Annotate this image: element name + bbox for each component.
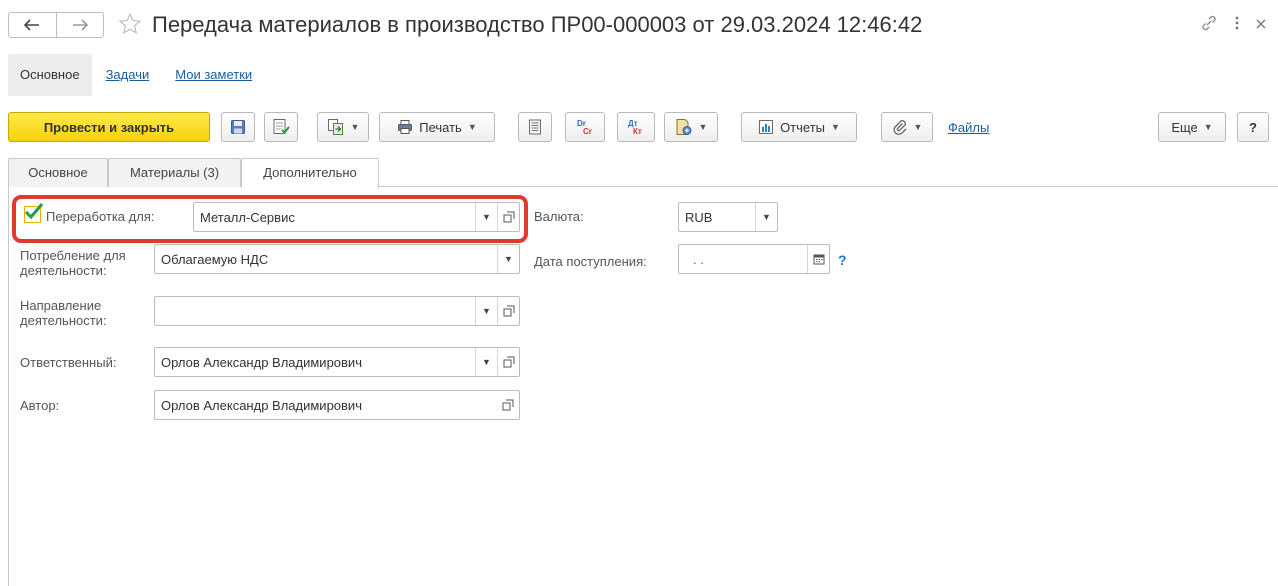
open-icon — [503, 305, 514, 317]
chevron-down-icon: ▼ — [467, 122, 477, 132]
star-icon — [118, 12, 142, 35]
section-tab-notes[interactable]: Мои заметки — [161, 54, 264, 96]
author-value: Орлов Александр Владимирович — [161, 397, 362, 413]
currency-label: Валюта: — [534, 209, 584, 224]
chevron-down-icon: ▼ — [913, 122, 923, 132]
tab-materials[interactable]: Материалы (3) — [108, 158, 241, 187]
close-button[interactable] — [1256, 17, 1266, 32]
save-button[interactable] — [221, 112, 255, 142]
window-title: Передача материалов в производство ПР00-… — [152, 12, 923, 37]
printer-icon — [398, 120, 413, 134]
close-icon — [1256, 19, 1266, 29]
open-button[interactable] — [497, 297, 519, 325]
chevron-down-icon: ▼ — [831, 122, 840, 132]
chevron-down-icon: ▼ — [698, 122, 708, 132]
open-button[interactable] — [497, 391, 519, 419]
currency-value: RUB — [685, 209, 713, 225]
receipt-date-field[interactable]: . . — [678, 244, 830, 274]
paperclip-icon — [893, 120, 906, 135]
calendar-icon — [813, 254, 824, 265]
create-based-on-button[interactable]: ▼ — [664, 112, 718, 142]
consumption-label: Потребление для деятельности: — [20, 248, 126, 278]
post-and-close-button[interactable]: Провести и закрыть — [8, 112, 210, 142]
author-field[interactable]: Орлов Александр Владимирович — [154, 390, 520, 420]
calendar-button[interactable] — [807, 245, 829, 273]
files-link[interactable]: Файлы — [948, 120, 989, 135]
responsible-value: Орлов Александр Владимирович — [161, 354, 362, 370]
direction-field[interactable]: ▼ — [154, 296, 520, 326]
reports-button[interactable]: Отчеты ▼ — [741, 112, 857, 142]
print-button[interactable]: Печать ▼ — [379, 112, 495, 142]
forward-button[interactable] — [55, 13, 104, 37]
consumption-field[interactable]: Облагаемую НДС ▼ — [154, 244, 520, 274]
reports-label: Отчеты — [780, 119, 825, 135]
related-documents-button[interactable]: ▼ — [317, 112, 369, 142]
more-vertical-icon — [1235, 16, 1239, 30]
post-button[interactable] — [264, 112, 298, 142]
chevron-down-icon[interactable]: ▼ — [475, 297, 497, 325]
open-icon — [502, 399, 514, 411]
open-icon — [503, 356, 514, 368]
open-button[interactable] — [497, 348, 519, 376]
cr-label: Cr — [583, 127, 592, 136]
chevron-down-icon: ▼ — [1203, 122, 1213, 132]
help-label: ? — [1249, 119, 1257, 135]
highlight-frame — [12, 195, 528, 243]
section-tab-tasks[interactable]: Задачи — [92, 54, 162, 96]
post-and-close-label: Провести и закрыть — [43, 119, 175, 135]
save-icon — [231, 120, 245, 134]
section-tab-main[interactable]: Основное — [8, 54, 92, 96]
print-label: Печать — [419, 119, 462, 135]
responsible-label: Ответственный: — [20, 355, 117, 370]
receipt-date-help[interactable]: ? — [838, 252, 847, 268]
receipt-date-label: Дата поступления: — [534, 254, 647, 269]
create-based-icon — [676, 119, 692, 135]
tab-additional[interactable]: Дополнительно — [241, 158, 379, 188]
section-tabs: Основное Задачи Мои заметки — [8, 54, 264, 96]
window-controls — [1200, 14, 1266, 35]
reports-icon — [759, 120, 774, 134]
currency-field[interactable]: RUB ▼ — [678, 202, 778, 232]
navigation-buttons — [8, 12, 104, 38]
kt-label: Кт — [633, 127, 642, 136]
direction-label: Направление деятельности: — [20, 298, 107, 328]
favorite-star-button[interactable] — [118, 12, 142, 36]
chevron-down-icon[interactable]: ▼ — [755, 203, 777, 231]
help-button[interactable]: ? — [1237, 112, 1269, 142]
journal-button[interactable] — [518, 112, 552, 142]
author-label: Автор: — [20, 398, 60, 413]
tab-main[interactable]: Основное — [8, 158, 108, 187]
link-icon — [1202, 15, 1216, 31]
attach-button[interactable]: ▼ — [881, 112, 933, 142]
dt-kt-icon: Дт Кт — [628, 119, 642, 136]
chevron-down-icon: ▼ — [350, 122, 360, 132]
link-button[interactable] — [1200, 14, 1218, 35]
consumption-value: Облагаемую НДС — [161, 251, 269, 267]
chevron-down-icon[interactable]: ▼ — [497, 245, 519, 273]
forward-arrow-icon — [72, 19, 88, 31]
back-button[interactable] — [9, 13, 56, 37]
journal-icon — [529, 119, 541, 135]
more-label: Еще — [1171, 119, 1198, 135]
dr-cr-button[interactable]: Dr Cr — [565, 112, 605, 142]
more-button[interactable]: Еще ▼ — [1158, 112, 1226, 142]
chevron-down-icon[interactable]: ▼ — [475, 348, 497, 376]
dt-kt-button[interactable]: Дт Кт — [617, 112, 655, 142]
dr-cr-icon: Dr Cr — [577, 119, 592, 136]
receipt-date-value: . . — [693, 251, 704, 267]
post-icon — [273, 119, 290, 134]
back-arrow-icon — [24, 19, 40, 31]
responsible-field[interactable]: Орлов Александр Владимирович ▼ — [154, 347, 520, 377]
related-docs-icon — [327, 119, 343, 135]
more-menu-button[interactable] — [1234, 15, 1240, 34]
